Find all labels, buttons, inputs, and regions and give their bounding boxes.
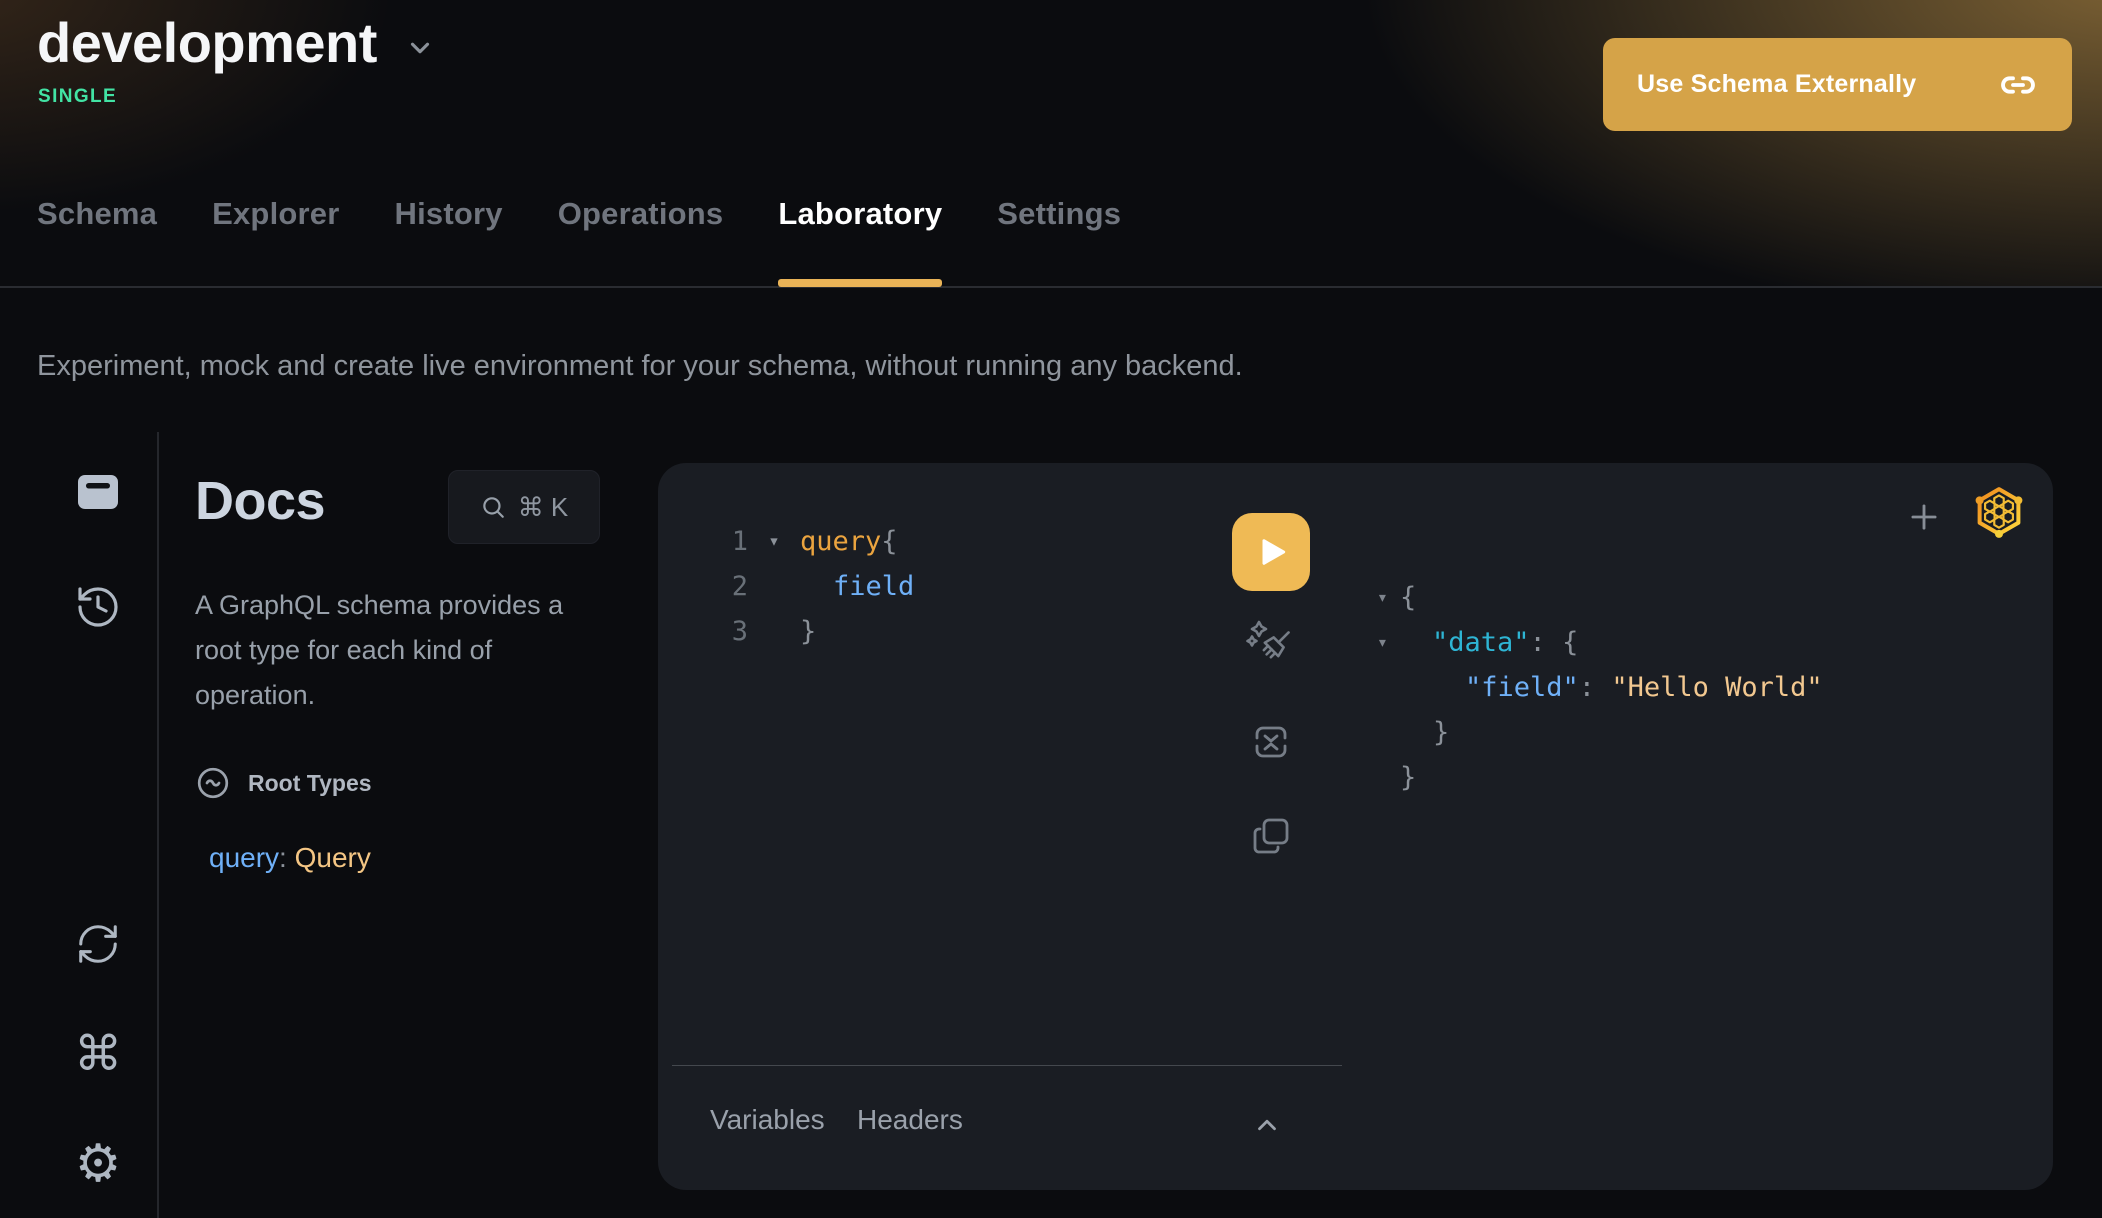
graphiql-panel: 1 ▾ query{ 2 field 3 } [658,463,2053,1190]
use-schema-button-label: Use Schema Externally [1637,70,1916,99]
main-nav-tabs: Schema Explorer History Operations Labor… [37,196,1121,287]
tool-sidebar: ⌘ ⚙ [0,432,159,1218]
fold-toggle-icon[interactable]: ▾ [1377,575,1400,620]
play-icon [1254,535,1288,569]
query-line-2: 2 field [658,564,914,609]
code-keyword: query [800,526,881,557]
tab-operations[interactable]: Operations [558,196,724,287]
response-line-3: "field": "Hello World" [1377,665,1823,710]
docs-panel: Docs ⌘ K A GraphQL schema provides a roo… [195,470,635,532]
code-brace: } [800,609,816,654]
response-line-2: ▾ "data": { [1377,620,1823,665]
code-field: field [833,564,914,609]
response-line-4: } [1377,710,1823,755]
root-type-query-link[interactable]: query: Query [209,842,371,874]
fold-toggle-icon[interactable]: ▾ [1377,620,1400,665]
tab-headers[interactable]: Headers [857,1104,963,1136]
docs-icon[interactable] [74,468,122,516]
keyboard-shortcuts-icon[interactable]: ⌘ [74,1030,122,1078]
docs-description: A GraphQL schema provides a root type fo… [195,583,600,718]
tab-explorer[interactable]: Explorer [212,196,339,287]
query-line-3: 3 } [658,609,914,654]
chevron-down-icon[interactable] [405,33,435,63]
response-viewer: ▾ { ▾ "data": { "field": "Hello World" }… [1377,575,1823,800]
status-badge: SINGLE [38,86,117,108]
editor-footer-divider [672,1065,1342,1066]
tab-laboratory[interactable]: Laboratory [778,196,942,287]
page-title: development [37,10,377,75]
link-icon [1998,65,2038,105]
hive-logo-icon[interactable] [1972,485,2026,539]
docs-search-button[interactable]: ⌘ K [448,470,600,544]
add-tab-icon[interactable] [1905,498,1943,536]
copy-query-icon[interactable] [1248,813,1294,859]
fold-toggle-icon[interactable]: ▾ [748,519,800,564]
line-number: 3 [658,609,748,654]
root-type-value: Query [295,842,371,873]
json-key-data: "data" [1432,627,1530,658]
query-line-1: 1 ▾ query{ [658,519,914,564]
root-types-label: Root Types [248,770,372,797]
search-icon [480,494,506,520]
root-type-name: query [209,842,279,873]
response-line-5: } [1377,755,1823,800]
tab-settings[interactable]: Settings [997,196,1121,287]
tab-variables[interactable]: Variables [710,1104,825,1136]
history-icon[interactable] [74,583,122,631]
search-shortcut-label: ⌘ K [518,492,569,523]
response-line-1: ▾ { [1377,575,1823,620]
json-key-field: "field" [1465,672,1579,703]
page-subtitle: Experiment, mock and create live environ… [37,350,1243,383]
root-types-icon [195,765,231,801]
use-schema-externally-button[interactable]: Use Schema Externally [1603,38,2072,131]
query-editor[interactable]: 1 ▾ query{ 2 field 3 } [658,519,914,654]
merge-fragments-icon[interactable] [1248,719,1294,765]
app-header: development SINGLE Use Schema Externally… [0,0,2102,288]
root-types-section: Root Types [195,765,372,801]
chevron-up-icon[interactable] [1252,1110,1282,1140]
tab-schema[interactable]: Schema [37,196,157,287]
execute-query-button[interactable] [1232,513,1310,591]
line-number: 1 [658,519,748,564]
code-brace: { [881,526,897,557]
json-value: "Hello World" [1611,672,1822,703]
root-type-separator: : [279,842,295,873]
refetch-schema-icon[interactable] [74,920,122,968]
tab-history[interactable]: History [394,196,502,287]
prettify-icon[interactable] [1246,618,1296,668]
line-number: 2 [658,564,748,609]
settings-gear-icon[interactable]: ⚙ [74,1140,122,1188]
